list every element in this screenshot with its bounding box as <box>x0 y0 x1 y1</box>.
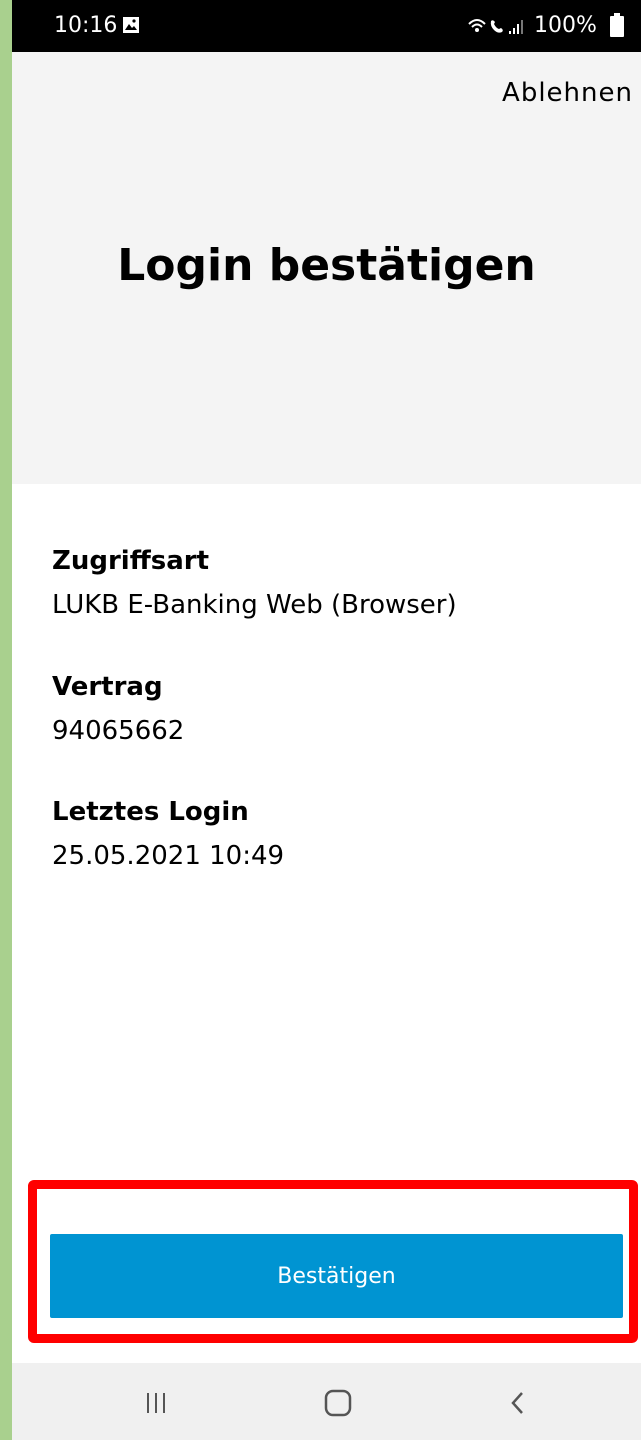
home-icon[interactable] <box>324 1385 352 1421</box>
battery-percentage: 100% <box>534 13 597 38</box>
page-title: Login bestätigen <box>117 240 536 291</box>
last-login-value: 25.05.2021 10:49 <box>52 841 285 871</box>
decline-link[interactable]: Ablehnen <box>502 78 633 108</box>
contract-label: Vertrag <box>52 672 163 702</box>
contract-section: Vertrag 94065662 <box>52 672 184 746</box>
wifi-icon <box>468 19 486 32</box>
last-login-section: Letztes Login 25.05.2021 10:49 <box>52 797 284 871</box>
status-bar: 10:16 100% <box>12 0 641 52</box>
status-time: 10:16 <box>54 13 118 38</box>
back-icon[interactable] <box>508 1385 528 1421</box>
recent-apps-icon[interactable] <box>144 1385 168 1421</box>
access-type-label: Zugriffsart <box>52 546 210 576</box>
confirm-highlight-box: Bestätigen <box>28 1180 638 1343</box>
contract-value: 94065662 <box>52 716 185 746</box>
battery-icon <box>610 13 624 37</box>
access-type-value: LUKB E-Banking Web (Browser) <box>52 590 457 620</box>
network-icons <box>468 19 523 34</box>
access-type-section: Zugriffsart LUKB E-Banking Web (Browser) <box>52 546 457 620</box>
gallery-icon <box>123 17 139 33</box>
navigation-bar <box>12 1363 641 1440</box>
wifi-calling-icon <box>490 20 503 33</box>
last-login-label: Letztes Login <box>52 797 249 827</box>
left-accent-stripe <box>0 0 12 1440</box>
signal-icon <box>509 20 523 34</box>
confirm-button[interactable]: Bestätigen <box>50 1234 623 1318</box>
header-area: Ablehnen Login bestätigen <box>12 52 641 484</box>
